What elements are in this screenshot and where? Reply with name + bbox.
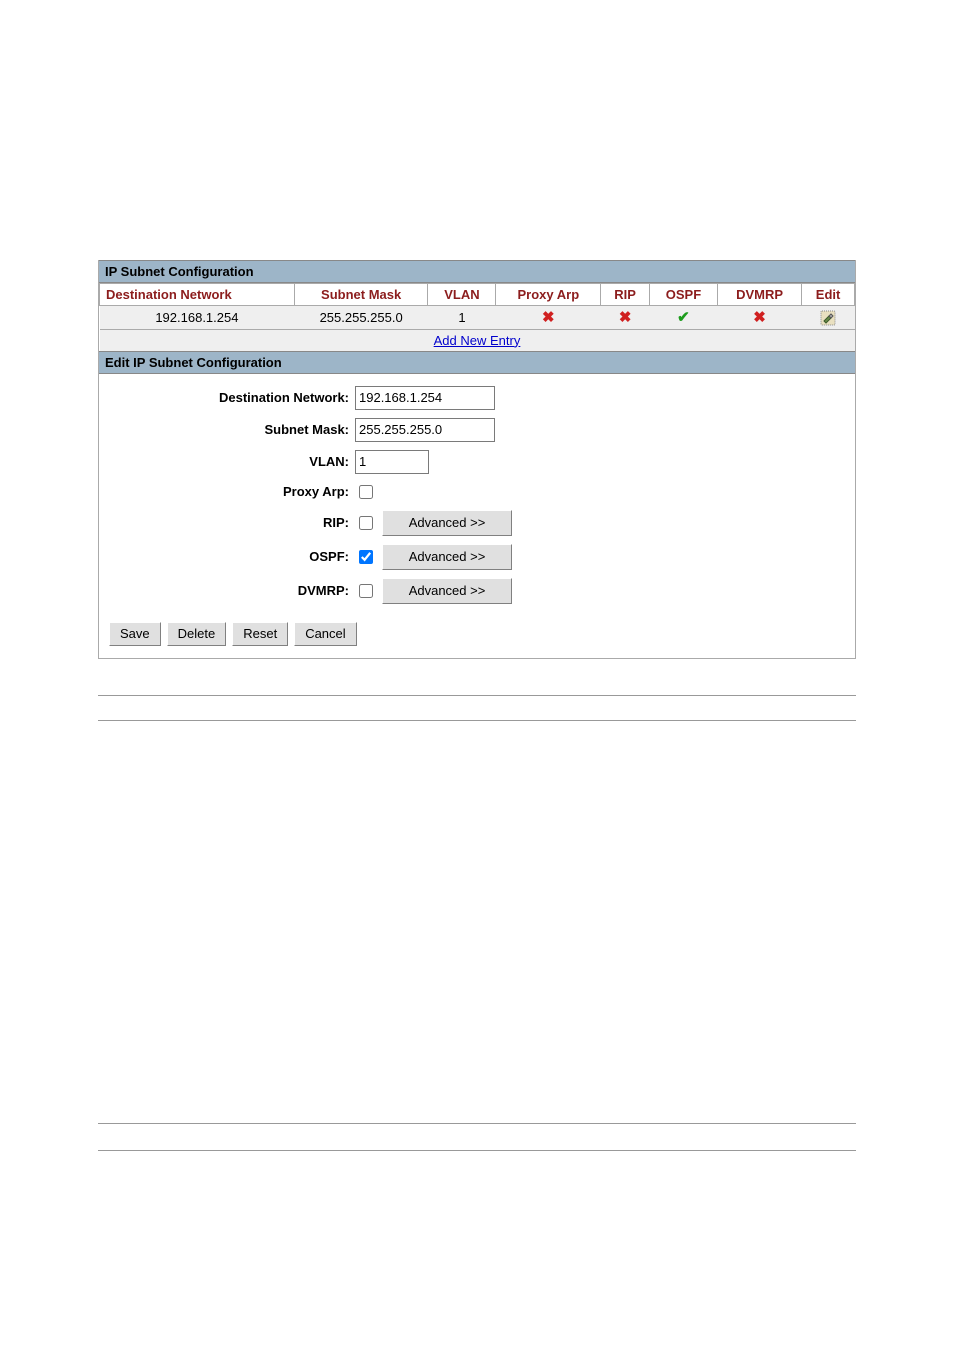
- destination-network-input[interactable]: [355, 386, 495, 410]
- proxy-arp-checkbox[interactable]: [359, 485, 373, 499]
- cell-proxy: ✖: [496, 306, 601, 330]
- section-header-edit: Edit IP Subnet Configuration: [99, 351, 855, 374]
- rip-checkbox[interactable]: [359, 516, 373, 530]
- ip-subnet-panel: IP Subnet Configuration Destination Netw…: [98, 260, 856, 659]
- label-ospf: OSPF:: [99, 549, 355, 564]
- label-dvmrp: DVMRP:: [99, 583, 355, 598]
- delete-button[interactable]: Delete: [167, 622, 227, 646]
- col-dvmrp: DVMRP: [717, 284, 801, 306]
- label-subnet-mask: Subnet Mask:: [99, 422, 355, 437]
- cell-mask: 255.255.255.0: [294, 306, 428, 330]
- subnet-table: Destination Network Subnet Mask VLAN Pro…: [99, 283, 855, 351]
- edit-icon[interactable]: [820, 310, 836, 326]
- col-dest: Destination Network: [100, 284, 295, 306]
- cell-rip: ✖: [601, 306, 650, 330]
- add-entry-cell: Add New Entry: [100, 329, 855, 351]
- col-proxy: Proxy Arp: [496, 284, 601, 306]
- col-mask: Subnet Mask: [294, 284, 428, 306]
- ospf-advanced-button[interactable]: Advanced >>: [382, 544, 512, 570]
- cancel-button[interactable]: Cancel: [294, 622, 356, 646]
- col-rip: RIP: [601, 284, 650, 306]
- label-vlan: VLAN:: [99, 454, 355, 469]
- x-icon: ✖: [540, 310, 556, 326]
- reset-button[interactable]: Reset: [232, 622, 288, 646]
- cell-dest: 192.168.1.254: [100, 306, 295, 330]
- cell-ospf: ✔: [649, 306, 717, 330]
- dvmrp-checkbox[interactable]: [359, 584, 373, 598]
- rip-advanced-button[interactable]: Advanced >>: [382, 510, 512, 536]
- ospf-checkbox[interactable]: [359, 550, 373, 564]
- x-icon: ✖: [617, 310, 633, 326]
- section-header-main: IP Subnet Configuration: [99, 260, 855, 283]
- cell-vlan: 1: [428, 306, 496, 330]
- edit-form: Destination Network: Subnet Mask: VLAN: …: [99, 374, 855, 658]
- add-new-entry-link[interactable]: Add New Entry: [434, 333, 521, 348]
- x-icon: ✖: [752, 310, 768, 326]
- save-button[interactable]: Save: [109, 622, 161, 646]
- vlan-input[interactable]: [355, 450, 429, 474]
- label-destination-network: Destination Network:: [99, 390, 355, 405]
- check-icon: ✔: [675, 310, 691, 326]
- col-vlan: VLAN: [428, 284, 496, 306]
- cell-dvmrp: ✖: [717, 306, 801, 330]
- cell-edit[interactable]: [802, 306, 855, 330]
- label-proxy-arp: Proxy Arp:: [99, 484, 355, 499]
- subnet-mask-input[interactable]: [355, 418, 495, 442]
- dvmrp-advanced-button[interactable]: Advanced >>: [382, 578, 512, 604]
- col-edit: Edit: [802, 284, 855, 306]
- label-rip: RIP:: [99, 515, 355, 530]
- table-row: 192.168.1.254 255.255.255.0 1 ✖ ✖ ✔ ✖: [100, 306, 855, 330]
- col-ospf: OSPF: [649, 284, 717, 306]
